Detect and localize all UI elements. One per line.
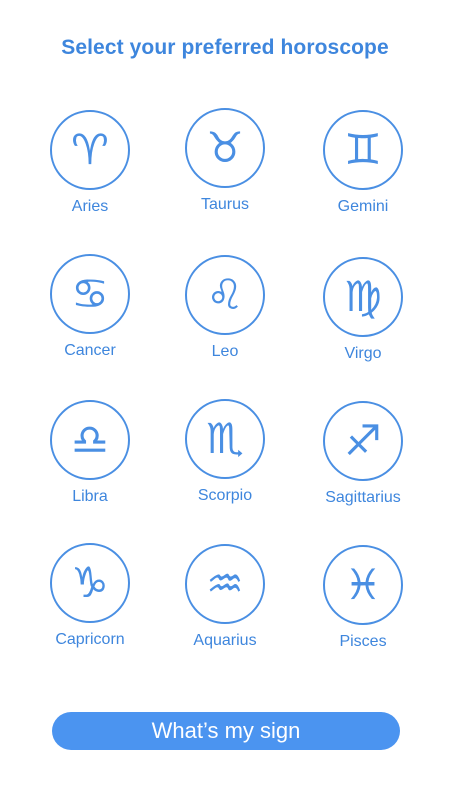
whats-my-sign-button[interactable]: What’s my sign [52,712,400,750]
gemini-badge: ♊ [323,110,403,190]
cancer-icon: ♋ [71,269,109,318]
zodiac-label: Gemini [337,198,389,215]
page-title: Select your preferred horoscope [61,36,389,59]
libra-icon: ♎ [71,415,109,464]
capricorn-icon: ♑ [71,558,109,607]
scorpio-badge: ♏ [185,399,265,479]
leo-badge: ♌ [185,255,265,335]
zodiac-item-aquarius[interactable]: ♒ Aquarius [175,544,275,664]
zodiac-label: Virgo [344,345,382,362]
zodiac-item-cancer[interactable]: ♋ Cancer [40,254,140,374]
aquarius-icon: ♒ [206,559,244,608]
zodiac-label: Pisces [339,633,387,650]
virgo-badge: ♍ [323,257,403,337]
capricorn-badge: ♑ [50,543,130,623]
virgo-icon: ♍ [344,272,382,321]
zodiac-item-capricorn[interactable]: ♑ Capricorn [40,543,140,663]
aries-icon: ♈ [71,125,109,174]
cancer-badge: ♋ [50,254,130,334]
zodiac-label: Sagittarius [325,489,401,506]
aquarius-badge: ♒ [185,544,265,624]
zodiac-item-leo[interactable]: ♌ Leo [175,255,275,375]
zodiac-label: Libra [72,488,108,505]
zodiac-label: Aries [71,198,109,215]
zodiac-item-scorpio[interactable]: ♏ Scorpio [175,399,275,519]
zodiac-label: Capricorn [55,631,125,648]
leo-icon: ♌ [206,270,244,319]
zodiac-label: Taurus [200,196,250,213]
gemini-icon: ♊ [344,125,382,174]
taurus-icon: ♉ [206,123,244,172]
taurus-badge: ♉ [185,108,265,188]
horoscope-selection-screen: Select your preferred horoscope ♈ Aries … [0,0,450,800]
pisces-badge: ♓ [323,545,403,625]
zodiac-item-taurus[interactable]: ♉ Taurus [175,108,275,228]
zodiac-item-pisces[interactable]: ♓ Pisces [313,545,413,665]
zodiac-label: Cancer [64,342,116,359]
zodiac-label: Leo [211,343,239,360]
libra-badge: ♎ [50,400,130,480]
sagittarius-icon: ♐ [344,416,382,465]
scorpio-icon: ♏ [206,414,244,463]
zodiac-item-libra[interactable]: ♎ Libra [40,400,140,520]
pisces-icon: ♓ [344,560,382,609]
zodiac-label: Scorpio [197,487,253,504]
zodiac-item-sagittarius[interactable]: ♐ Sagittarius [313,401,413,521]
zodiac-label: Aquarius [193,632,257,649]
zodiac-item-virgo[interactable]: ♍ Virgo [313,257,413,377]
zodiac-item-gemini[interactable]: ♊ Gemini [313,110,413,230]
aries-badge: ♈ [50,110,130,190]
sagittarius-badge: ♐ [323,401,403,481]
zodiac-item-aries[interactable]: ♈ Aries [40,110,140,230]
